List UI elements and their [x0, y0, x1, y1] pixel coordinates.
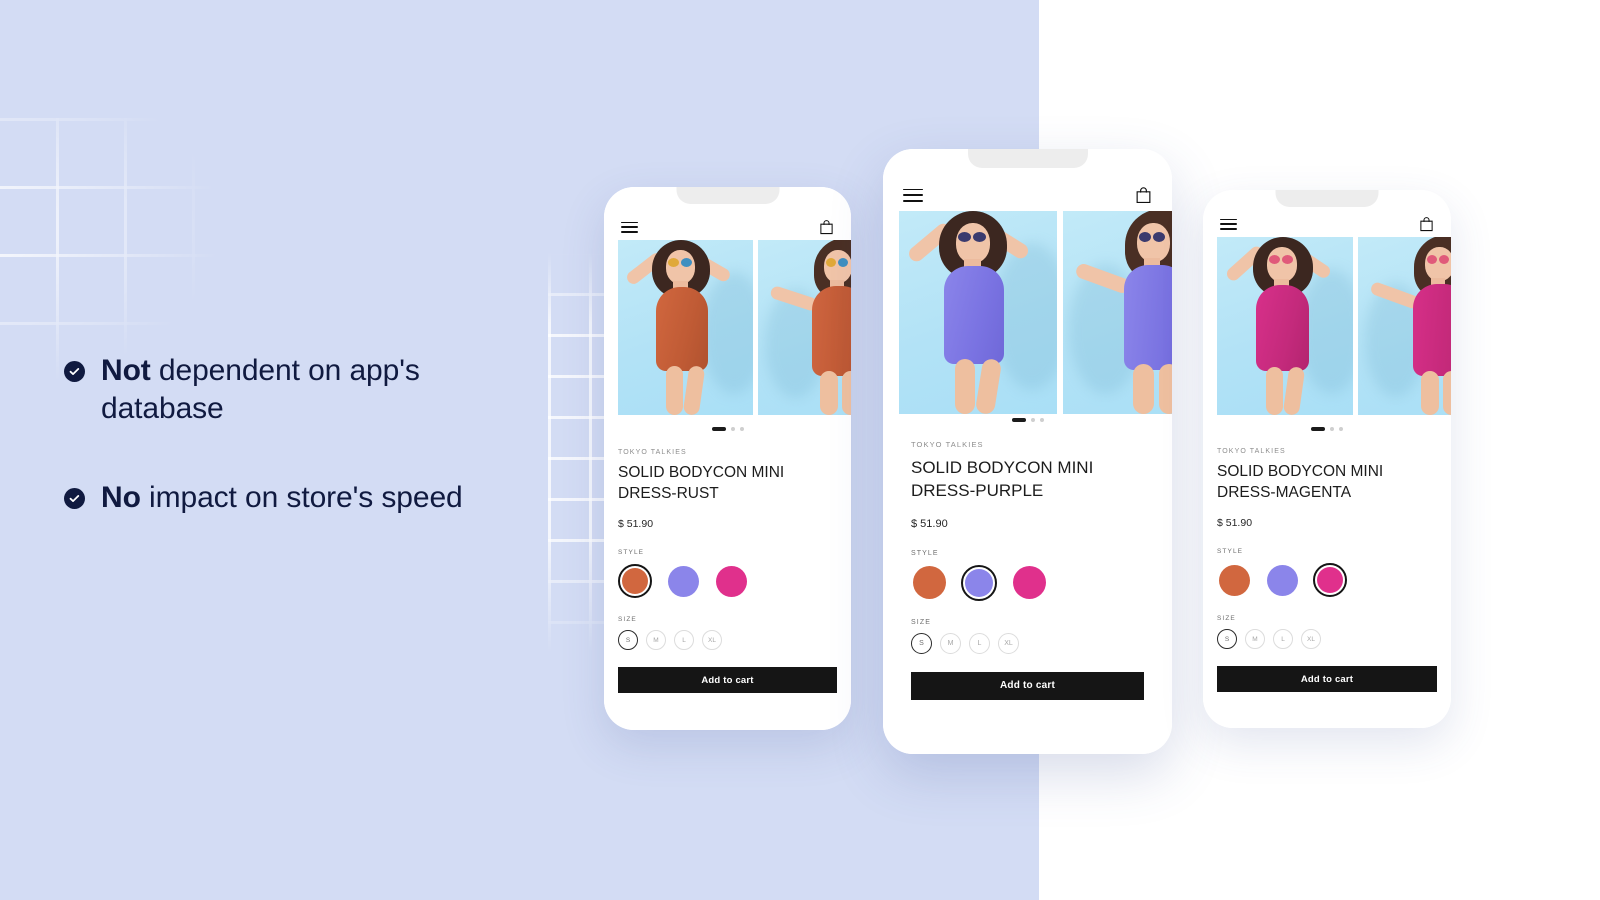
size-section-label: SIZE: [618, 616, 637, 624]
pagination-active-indicator[interactable]: [711, 427, 726, 431]
size-section-label: SIZE: [1217, 615, 1236, 623]
pagination-dot[interactable]: [739, 427, 744, 431]
product-price: $ 51.90: [618, 518, 654, 531]
phone-screen: TOKYO TALKIES SOLID BODYCON MINI DRESS-P…: [883, 149, 1172, 754]
app-top-bar: [883, 186, 1172, 204]
product-image-gallery[interactable]: [618, 240, 851, 415]
size-option-group[interactable]: S M L XL: [618, 630, 837, 651]
product-price: $ 51.90: [911, 517, 948, 530]
add-to-cart-button[interactable]: Add to cart: [618, 667, 837, 694]
product-image[interactable]: [1217, 237, 1353, 415]
style-swatch-rust[interactable]: [618, 564, 652, 599]
phone-mockup-rust: TOKYO TALKIES SOLID BODYCON MINI DRESS-R…: [604, 187, 851, 730]
product-image[interactable]: [758, 240, 851, 415]
shopping-bag-icon[interactable]: [1135, 186, 1152, 204]
style-swatch-purple[interactable]: [1265, 563, 1299, 597]
product-price: $ 51.90: [1217, 517, 1253, 530]
size-section-label: SIZE: [911, 618, 931, 626]
style-swatch-magenta[interactable]: [1313, 563, 1347, 598]
pagination-dot[interactable]: [730, 427, 735, 431]
product-details: TOKYO TALKIES SOLID BODYCON MINI DRESS-M…: [1217, 448, 1437, 693]
size-option-s[interactable]: S: [1217, 629, 1237, 650]
bullet-rest: impact on store's speed: [140, 480, 463, 514]
size-option-s[interactable]: S: [911, 632, 932, 654]
pagination-dot[interactable]: [1039, 418, 1044, 422]
phone-notch: [676, 187, 779, 204]
list-item: No impact on store's speed: [64, 479, 534, 517]
size-option-s[interactable]: S: [618, 630, 638, 651]
size-option-group[interactable]: S M L XL: [1217, 629, 1437, 650]
size-option-xl[interactable]: XL: [998, 632, 1019, 654]
style-swatch-group[interactable]: [1217, 563, 1437, 598]
product-image-gallery[interactable]: [1217, 237, 1451, 415]
bullet-text: No impact on store's speed: [101, 479, 463, 517]
shopping-bag-icon[interactable]: [1419, 216, 1434, 232]
product-brand: TOKYO TALKIES: [1217, 448, 1286, 455]
phone-screen: TOKYO TALKIES SOLID BODYCON MINI DRESS-M…: [1203, 190, 1451, 728]
hamburger-menu-icon[interactable]: [1220, 218, 1237, 230]
size-option-xl[interactable]: XL: [702, 630, 722, 651]
size-option-l[interactable]: L: [674, 630, 694, 651]
size-option-l[interactable]: L: [969, 632, 990, 654]
gallery-pagination[interactable]: [1011, 418, 1044, 422]
style-swatch-rust[interactable]: [911, 565, 947, 601]
check-circle-icon: [64, 487, 85, 509]
product-title: SOLID BODYCON MINI DRESS-PURPLE: [911, 458, 1094, 501]
feature-bullet-list: Not dependent on app's database No impac…: [64, 352, 534, 517]
product-title: SOLID BODYCON MINI DRESS-MAGENTA: [1217, 463, 1384, 502]
phone-notch: [1275, 190, 1379, 207]
pagination-active-indicator[interactable]: [1011, 418, 1026, 422]
pagination-dot[interactable]: [1030, 418, 1035, 422]
product-details: TOKYO TALKIES SOLID BODYCON MINI DRESS-P…: [911, 440, 1144, 700]
product-image[interactable]: [1358, 237, 1451, 415]
size-option-group[interactable]: S M L XL: [911, 632, 1144, 654]
style-swatch-purple[interactable]: [666, 564, 700, 598]
style-section-label: STYLE: [911, 549, 939, 557]
gallery-pagination[interactable]: [1311, 427, 1343, 431]
pagination-dot[interactable]: [1330, 427, 1334, 431]
size-option-m[interactable]: M: [1245, 629, 1265, 650]
style-swatch-magenta[interactable]: [1011, 565, 1047, 601]
check-circle-icon: [64, 361, 85, 382]
shopping-bag-icon[interactable]: [819, 219, 834, 235]
style-swatch-group[interactable]: [618, 564, 837, 599]
product-brand: TOKYO TALKIES: [618, 449, 687, 456]
product-image-gallery[interactable]: [899, 211, 1172, 414]
product-details: TOKYO TALKIES SOLID BODYCON MINI DRESS-R…: [618, 449, 837, 694]
product-image[interactable]: [1063, 211, 1172, 414]
pagination-dot[interactable]: [1339, 427, 1343, 431]
phone-notch: [967, 149, 1088, 168]
app-top-bar: [604, 219, 851, 235]
product-brand: TOKYO TALKIES: [911, 440, 984, 449]
style-swatch-rust[interactable]: [1217, 563, 1251, 597]
phone-mockup-magenta: TOKYO TALKIES SOLID BODYCON MINI DRESS-M…: [1203, 190, 1451, 728]
size-option-l[interactable]: L: [1273, 629, 1293, 650]
list-item: Not dependent on app's database: [64, 352, 534, 429]
style-section-label: STYLE: [1217, 548, 1244, 556]
phone-screen: TOKYO TALKIES SOLID BODYCON MINI DRESS-R…: [604, 187, 851, 730]
gallery-pagination[interactable]: [711, 427, 744, 431]
style-swatch-group[interactable]: [911, 564, 1144, 601]
bullet-strong: Not: [101, 354, 151, 387]
product-title: SOLID BODYCON MINI DRESS-RUST: [618, 464, 785, 503]
style-swatch-purple[interactable]: [961, 564, 997, 601]
pagination-active-indicator[interactable]: [1311, 427, 1325, 431]
size-option-m[interactable]: M: [940, 632, 961, 654]
hamburger-menu-icon[interactable]: [621, 221, 638, 233]
style-section-label: STYLE: [618, 549, 645, 557]
bullet-strong: No: [101, 480, 141, 514]
size-option-m[interactable]: M: [646, 630, 666, 651]
style-swatch-magenta[interactable]: [714, 564, 748, 598]
screenshot-root: Not dependent on app's database No impac…: [0, 0, 1600, 900]
add-to-cart-button[interactable]: Add to cart: [1217, 666, 1437, 693]
app-top-bar: [1203, 216, 1451, 232]
add-to-cart-button[interactable]: Add to cart: [911, 671, 1144, 700]
phone-mockup-purple: TOKYO TALKIES SOLID BODYCON MINI DRESS-P…: [883, 149, 1172, 754]
product-image[interactable]: [618, 240, 753, 415]
product-image[interactable]: [899, 211, 1057, 414]
size-option-xl[interactable]: XL: [1301, 629, 1321, 650]
hamburger-menu-icon[interactable]: [903, 188, 923, 202]
bullet-text: Not dependent on app's database: [101, 352, 534, 429]
